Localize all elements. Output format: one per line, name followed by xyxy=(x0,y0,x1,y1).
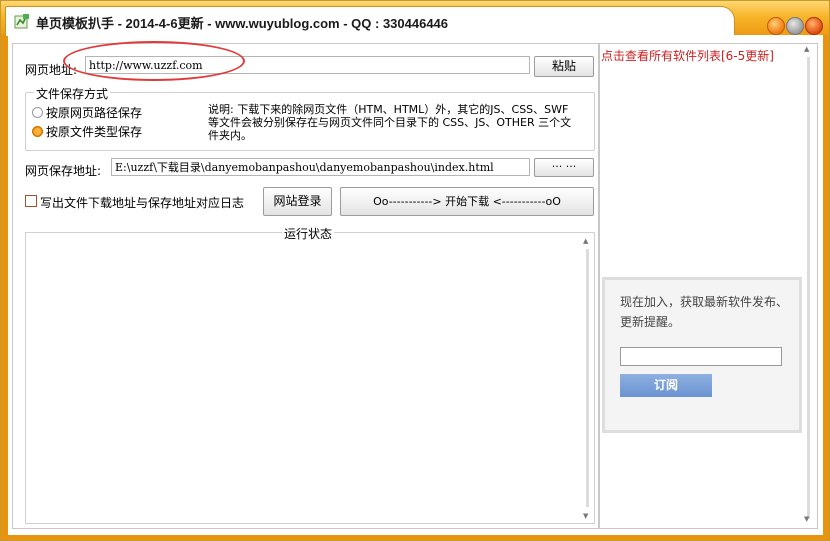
log-checkbox[interactable] xyxy=(25,195,37,207)
status-group: 运行状态 ▲ ▼ xyxy=(25,225,595,524)
title-tab: 单页模板扒手 - 2014-4-6更新 - www.wuyublog.com -… xyxy=(5,6,735,36)
sidebar-panel: 点击查看所有软件列表[6-5更新] 现在加入，获取最新软件发布、更新提醒。 订阅 xyxy=(599,43,818,529)
main-panel: 网页地址: http://www.uzzf.com 粘贴 文件保存方式 按原网页… xyxy=(12,43,599,529)
scroll-track[interactable] xyxy=(586,249,589,507)
log-checkbox-label[interactable]: 写出文件下载地址与保存地址对应日志 xyxy=(40,194,244,211)
save-path-label: 网页保存地址: xyxy=(25,164,102,178)
status-scrollbar[interactable]: ▲ ▼ xyxy=(581,237,593,521)
title-bar[interactable]: 单页模板扒手 - 2014-4-6更新 - www.wuyublog.com -… xyxy=(1,1,829,36)
sidebar-scroll-track[interactable] xyxy=(807,57,810,519)
software-list-link[interactable]: 点击查看所有软件列表[6-5更新] xyxy=(601,47,774,64)
radio-original-type-label[interactable]: 按原文件类型保存 xyxy=(46,123,142,140)
radio-original-type[interactable] xyxy=(32,126,43,137)
save-mode-group-title: 文件保存方式 xyxy=(34,85,111,102)
window-title: 单页模板扒手 - 2014-4-6更新 - www.wuyublog.com -… xyxy=(36,16,449,31)
app-window: 单页模板扒手 - 2014-4-6更新 - www.wuyublog.com -… xyxy=(0,0,830,541)
save-mode-group: 文件保存方式 按原网页路径保存 按原文件类型保存 说明: 下载下来的除网页文件（… xyxy=(25,85,595,151)
site-login-button[interactable]: 网站登录 xyxy=(263,187,332,216)
app-logo-icon xyxy=(14,14,29,29)
scroll-down-icon[interactable]: ▼ xyxy=(583,512,588,520)
subscribe-text: 现在加入，获取最新软件发布、更新提醒。 xyxy=(620,295,789,329)
paste-button[interactable]: 粘贴 xyxy=(534,56,594,77)
close-button[interactable] xyxy=(805,17,823,35)
subscribe-email-input[interactable] xyxy=(620,347,782,366)
radio-original-path[interactable] xyxy=(32,107,43,118)
radio-original-path-label[interactable]: 按原网页路径保存 xyxy=(46,104,142,121)
browse-button[interactable]: ··· ··· xyxy=(534,158,594,177)
subscribe-panel: 现在加入，获取最新软件发布、更新提醒。 订阅 xyxy=(602,277,802,433)
sidebar-scrollbar[interactable]: ▲ ▼ xyxy=(802,45,814,525)
scroll-up-icon[interactable]: ▲ xyxy=(583,237,588,245)
start-download-button[interactable]: Oo-----------> 开始下载 <-----------oO xyxy=(340,187,594,216)
maximize-button[interactable] xyxy=(786,17,804,35)
minimize-button[interactable] xyxy=(767,17,785,35)
sidebar-scroll-up-icon[interactable]: ▲ xyxy=(804,45,809,53)
save-mode-description: 说明: 下载下来的除网页文件（HTM、HTML）外，其它的JS、CSS、SWF等… xyxy=(208,103,572,142)
save-path-input[interactable]: E:\uzzf\下载目录\danyemobanpashou\danyemoban… xyxy=(111,158,530,176)
status-group-title: 运行状态 xyxy=(282,225,335,242)
sidebar-scroll-down-icon[interactable]: ▼ xyxy=(804,515,809,523)
subscribe-button[interactable]: 订阅 xyxy=(620,374,712,397)
client-area: 网页地址: http://www.uzzf.com 粘贴 文件保存方式 按原网页… xyxy=(8,35,823,535)
highlight-annotation xyxy=(63,41,245,81)
